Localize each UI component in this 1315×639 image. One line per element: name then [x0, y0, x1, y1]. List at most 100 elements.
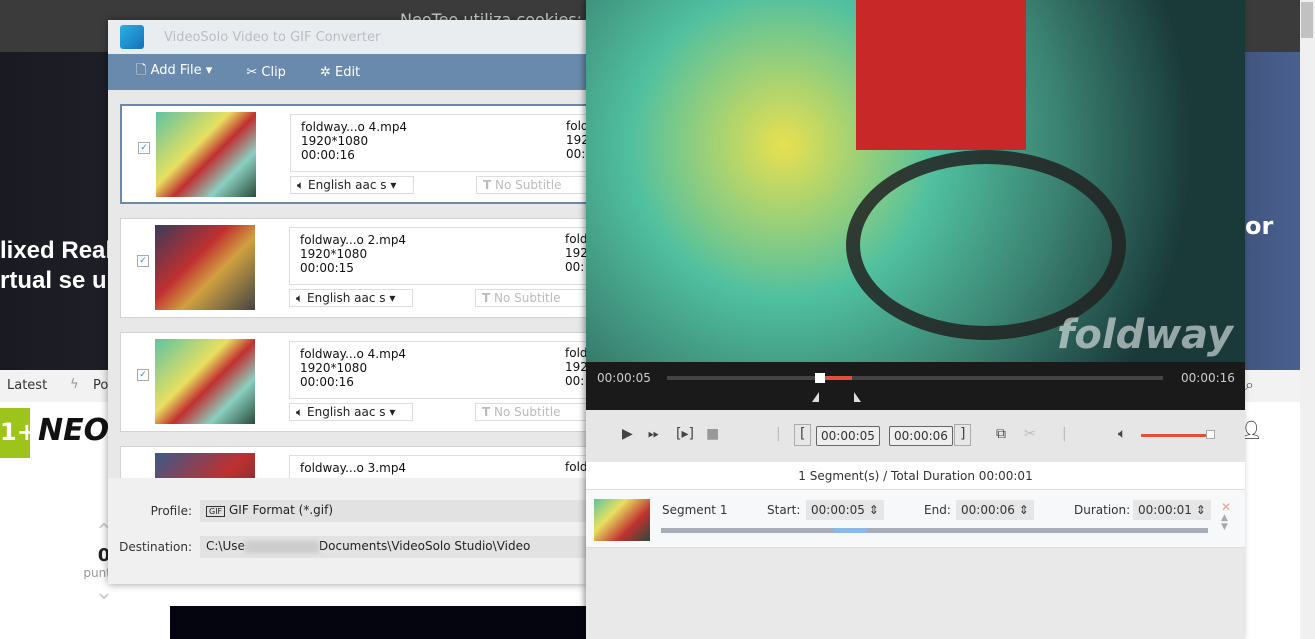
split-icon[interactable]: ✂	[1024, 426, 1036, 442]
segment-end-spinner[interactable]: 00:00:06 ⇕	[956, 500, 1034, 520]
file-duration: 00:00:16	[301, 148, 355, 162]
output-info: fold 192 00:	[565, 232, 586, 274]
audio-value: English aac s	[307, 291, 386, 305]
volume-icon[interactable]: 🔈︎	[1118, 426, 1126, 442]
output-info: fold 192 00:	[566, 119, 586, 161]
gif-icon: GIF	[206, 506, 226, 517]
segment-thumbnail	[594, 499, 650, 541]
output-settings: Profile: GIF GIF Format (*.gif) Destinati…	[108, 478, 586, 558]
edit-button[interactable]: ✲ Edit	[320, 65, 360, 80]
set-end-button[interactable]: ]	[954, 424, 972, 446]
headline-line: lixed Real	[0, 237, 113, 264]
duration-value: 00:00:01	[1138, 503, 1192, 517]
window-title: VideoSolo Video to GIF Converter	[164, 30, 381, 45]
audio-value: English aac s	[308, 178, 387, 192]
file-info: foldway...o 4.mp4 1920*1080 00:00:16	[289, 341, 586, 399]
file-name: foldway...o 4.mp4	[300, 347, 407, 361]
audio-track-select[interactable]: 🔈︎ English aac s ▾	[289, 289, 413, 307]
edit-label: Edit	[334, 64, 361, 80]
destination-field[interactable]: C:\Use Documents\VideoSolo Studio\Video	[200, 536, 586, 558]
file-item[interactable]: ✓ foldway...o 2.mp4 1920*1080 00:00:15 fol…	[120, 218, 586, 318]
divider: |	[776, 426, 781, 442]
file-resolution: 1920*1080	[300, 361, 368, 375]
audio-value: English aac s	[307, 405, 386, 419]
output-name: fold	[565, 460, 586, 474]
hero-headline-right[interactable]: or	[1245, 212, 1273, 240]
text-icon: T	[483, 178, 492, 192]
subtitle-value: No Subtitle	[494, 405, 561, 419]
watermark: foldway	[1056, 312, 1233, 358]
file-checkbox[interactable]: ✓	[137, 255, 149, 267]
start-label: Start:	[767, 503, 801, 517]
subtitle-select[interactable]: T No Subtitle	[475, 403, 586, 421]
text-icon: T	[482, 405, 491, 419]
step-icon[interactable]: [▸]	[676, 426, 694, 442]
play-icon[interactable]: ▶	[622, 426, 633, 442]
file-item[interactable]: ✓ foldway...o 4.mp4 1920*1080 00:00:16 fol…	[120, 332, 586, 432]
end-value: 00:00:06	[961, 503, 1015, 517]
start-marker[interactable]	[812, 392, 819, 402]
file-checkbox[interactable]: ✓	[137, 369, 149, 381]
timeline: 00:00:05 00:00:16	[586, 362, 1245, 410]
timeline-track[interactable]	[667, 376, 1163, 380]
file-info: foldway...o 4.mp4 1920*1080 00:00:16	[290, 114, 586, 172]
title-bar: VideoSolo Video to GIF Converter	[108, 20, 586, 54]
site-logo[interactable]: NEO	[38, 413, 109, 448]
delete-segment-icon[interactable]: ✕	[1221, 500, 1231, 514]
stop-icon[interactable]: ■	[706, 426, 719, 442]
file-name: foldway...o 4.mp4	[301, 120, 408, 134]
video-preview: foldway	[586, 0, 1245, 362]
file-name: foldway...o 2.mp4	[300, 233, 407, 247]
fast-forward-icon[interactable]: ⏩︎	[648, 426, 659, 442]
reorder-icon[interactable]: ▲ ▼	[1221, 514, 1228, 532]
add-file-button[interactable]: 🗋︎ Add File ▾	[136, 61, 212, 83]
output-res: 192	[566, 133, 586, 147]
profile-select[interactable]: GIF GIF Format (*.gif)	[200, 500, 586, 522]
end-time-box[interactable]: 00:00:06	[889, 426, 953, 446]
file-item[interactable]: foldway...o 3.mp4 fold	[120, 446, 586, 478]
segment-start-spinner[interactable]: 00:00:05 ⇕	[806, 500, 884, 520]
page-scrollbar[interactable]	[1300, 0, 1315, 639]
start-time-box[interactable]: 00:00:05	[816, 426, 880, 446]
destination-suffix: Documents\VideoSolo Studio\Video	[318, 539, 531, 553]
volume-handle[interactable]	[1206, 430, 1215, 439]
segment-range-fill	[834, 528, 867, 533]
file-checkbox[interactable]: ✓	[138, 142, 150, 154]
clip-button[interactable]: ✂ Clip	[246, 65, 286, 80]
file-resolution: 1920*1080	[301, 134, 369, 148]
output-res: 192	[565, 360, 586, 374]
subtitle-value: No Subtitle	[494, 291, 561, 305]
nav-popular[interactable]: Po	[93, 378, 108, 393]
playhead-handle[interactable]	[815, 373, 825, 383]
output-info: fold 192 00:	[565, 346, 586, 388]
output-dur: 00:	[565, 374, 585, 388]
video-figure	[856, 0, 1026, 150]
volume-slider[interactable]	[1141, 434, 1211, 437]
bolt-icon: ϟ	[70, 377, 79, 392]
segment-range-bar	[661, 528, 1208, 533]
scrollbar-thumb[interactable]	[1301, 2, 1313, 38]
file-duration: 00:00:16	[300, 375, 354, 389]
file-item[interactable]: ✓ foldway...o 4.mp4 1920*1080 00:00:16 fol…	[120, 104, 586, 204]
search-icon[interactable]: ⌕	[1245, 375, 1254, 395]
output-res: 192	[565, 246, 586, 260]
file-info: foldway...o 3.mp4	[289, 455, 586, 478]
video-thumbnail	[155, 453, 255, 478]
output-info: fold	[565, 460, 586, 474]
add-segment-icon[interactable]: ⧉	[996, 426, 1006, 442]
audio-track-select[interactable]: 🔈︎ English aac s ▾	[290, 176, 414, 194]
subtitle-select[interactable]: T No Subtitle	[475, 289, 586, 307]
segment-row[interactable]: Segment 1 Start: 00:00:05 ⇕ End: 00:00:0…	[586, 490, 1245, 548]
nav-latest[interactable]: Latest	[7, 378, 47, 393]
hero-headline[interactable]: lixed Real rtual se u	[0, 236, 112, 296]
segment-name: Segment 1	[662, 503, 728, 517]
subtitle-select[interactable]: T No Subtitle	[476, 176, 586, 194]
end-marker[interactable]	[854, 392, 861, 402]
clip-window: foldway 00:00:05 00:00:16 ▶ ⏩︎ [▸] ■ | […	[586, 0, 1245, 639]
app-logo-icon	[120, 25, 144, 49]
set-start-button[interactable]: [	[794, 424, 812, 446]
audio-track-select[interactable]: 🔈︎ English aac s ▾	[289, 403, 413, 421]
segment-duration-spinner[interactable]: 00:00:01 ⇕	[1133, 500, 1211, 520]
toolbar: 🗋︎ Add File ▾ ✂ Clip ✲ Edit	[108, 54, 586, 90]
profile-value: GIF Format (*.gif)	[229, 503, 334, 517]
